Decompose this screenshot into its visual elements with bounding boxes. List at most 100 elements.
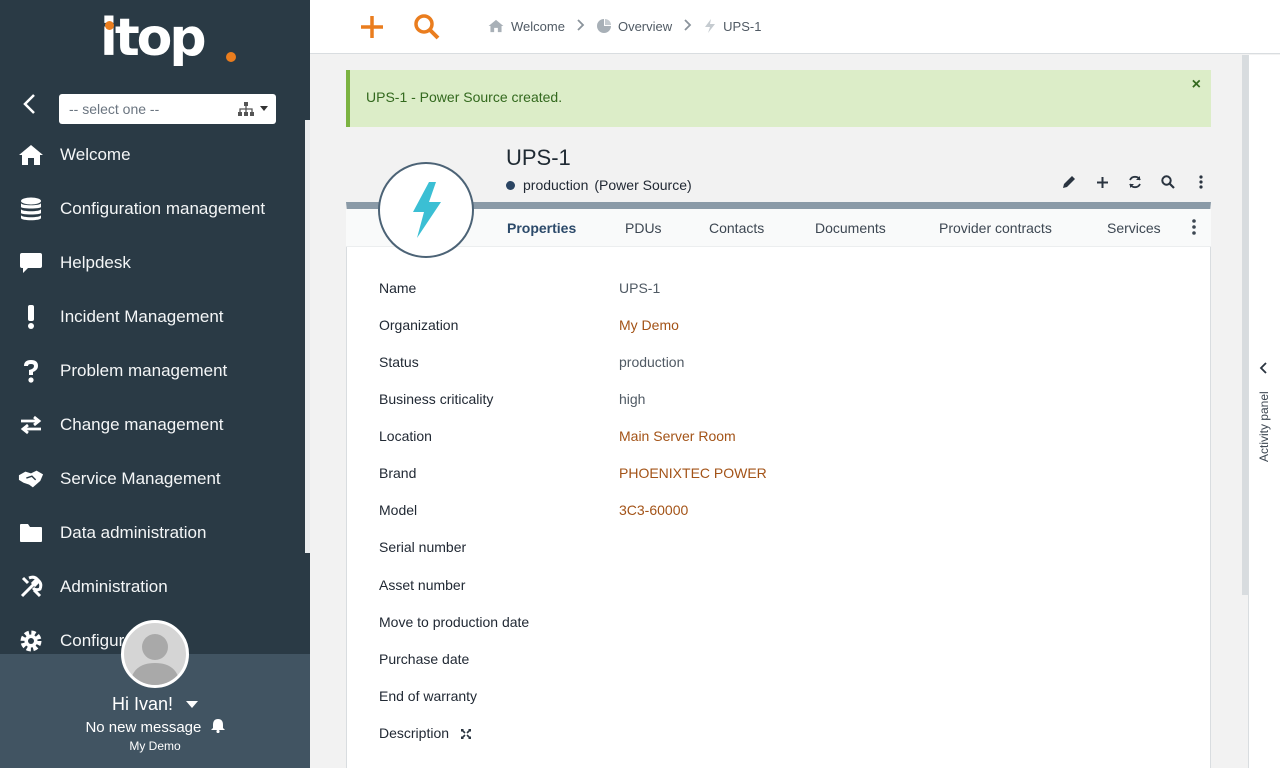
itop-logo[interactable]: itop [100, 8, 250, 80]
chevron-left-icon [23, 94, 35, 114]
more-actions-button[interactable] [1190, 172, 1212, 192]
logo-dot [226, 52, 236, 62]
exclamation-icon [18, 304, 44, 330]
menu-item-service-management[interactable]: Service Management [0, 452, 310, 506]
menu-label: Problem management [60, 361, 228, 380]
object-class: (Power Source) [594, 177, 692, 193]
expand-icon[interactable] [461, 726, 471, 742]
field-label: Purchase date [379, 651, 470, 667]
menu-label: Helpdesk [60, 253, 131, 272]
folder-icon [18, 520, 44, 546]
caret-down-icon [260, 106, 268, 111]
field-label: Business criticality [379, 391, 494, 407]
logo-i-dot [105, 21, 114, 30]
object-status: production (Power Source) [506, 177, 692, 193]
menu-item-data-administration[interactable]: Data administration [0, 506, 310, 560]
organization-select[interactable]: -- select one -- [59, 94, 276, 124]
field-label: Asset number [379, 577, 466, 593]
bell-icon [210, 719, 225, 734]
breadcrumb-overview[interactable]: Overview [596, 18, 673, 34]
handshake-icon [18, 466, 44, 492]
menu-item-helpdesk[interactable]: Helpdesk [0, 236, 310, 290]
top-bar: Welcome Overview UPS-1 [310, 0, 1280, 54]
add-button[interactable] [1091, 172, 1113, 192]
collapse-menu-button[interactable] [18, 92, 42, 116]
status-text: production [523, 177, 589, 193]
organization-select-value: -- select one -- [69, 101, 160, 117]
tab-contacts[interactable]: Contacts [709, 220, 764, 236]
tools-icon [18, 574, 44, 600]
tab-pdus[interactable]: PDUs [625, 220, 662, 236]
user-organization: My Demo [129, 739, 181, 753]
home-icon [488, 19, 504, 33]
vertical-ellipsis-icon [1199, 175, 1203, 189]
more-tabs-button[interactable] [1192, 219, 1196, 239]
tab-properties[interactable]: Properties [507, 220, 576, 236]
notifications-text: No new message [85, 719, 202, 736]
pie-chart-icon [596, 19, 611, 33]
menu-label: Welcome [60, 145, 131, 164]
user-greeting-toggle[interactable]: Hi Ivan! [0, 694, 310, 715]
alert-message: UPS-1 - Power Source created. [366, 89, 563, 105]
menu-item-welcome[interactable]: Welcome [0, 128, 310, 182]
breadcrumb-label: Overview [617, 18, 673, 34]
tab-documents[interactable]: Documents [815, 220, 886, 236]
menu-item-problem-management[interactable]: Problem management [0, 344, 310, 398]
home-icon [18, 142, 44, 168]
menu-label: Incident Management [60, 307, 224, 326]
field-value-link[interactable]: PHOENIXTEC POWER [619, 465, 767, 481]
menu-item-change-management[interactable]: Change management [0, 398, 310, 452]
search-icon [414, 14, 440, 40]
sidebar: itop -- select one -- Welcome Configurat… [0, 0, 310, 768]
vertical-ellipsis-icon [1192, 219, 1196, 235]
cog-icon [18, 628, 44, 654]
menu-label: Configuration management [60, 199, 266, 218]
edit-button[interactable] [1058, 172, 1080, 192]
notifications[interactable]: No new message [0, 718, 310, 736]
object-icon [378, 162, 474, 258]
plus-icon [361, 16, 383, 38]
field-label: Serial number [379, 539, 467, 555]
menu-label: Configur [60, 631, 125, 650]
logo-text: itop [100, 8, 207, 68]
breadcrumb-label: UPS-1 [723, 18, 762, 34]
new-object-button[interactable] [358, 13, 386, 41]
field-value: production [619, 354, 685, 370]
menu-item-configuration-management[interactable]: Configuration management [0, 182, 310, 236]
pencil-icon [1063, 176, 1075, 188]
field-value: UPS-1 [619, 280, 661, 296]
field-value-link[interactable]: My Demo [619, 317, 679, 333]
search-button[interactable] [1157, 172, 1179, 192]
field-value: high [619, 391, 646, 407]
sitemap-icon [238, 102, 254, 116]
global-search-button[interactable] [413, 13, 441, 41]
field-label: Organization [379, 317, 459, 333]
user-avatar[interactable] [121, 620, 189, 688]
breadcrumb-welcome[interactable]: Welcome [488, 19, 565, 34]
field-value-link[interactable]: 3C3-60000 [619, 502, 688, 518]
field-label: Status [379, 354, 419, 370]
menu-item-administration[interactable]: Administration [0, 560, 310, 614]
field-label: End of warranty [379, 688, 478, 704]
chevron-right-icon [684, 18, 692, 34]
menu-item-incident-management[interactable]: Incident Management [0, 290, 310, 344]
close-alert-button[interactable]: × [1192, 76, 1201, 94]
breadcrumb: Welcome Overview UPS-1 [488, 18, 761, 34]
tab-services[interactable]: Services [1107, 220, 1161, 236]
user-greeting: Hi Ivan! [111, 694, 173, 714]
field-label: Move to production date [379, 614, 530, 630]
breadcrumb-current[interactable]: UPS-1 [704, 19, 761, 34]
question-icon [18, 358, 44, 384]
field-value-link[interactable]: Main Server Room [619, 428, 736, 444]
field-label: Brand [379, 465, 417, 481]
object-actions [1058, 172, 1212, 192]
tab-provider-contracts[interactable]: Provider contracts [939, 220, 1052, 236]
bolt-icon [705, 19, 716, 33]
plus-icon [1096, 176, 1108, 188]
chevron-left-icon [1259, 362, 1267, 374]
exchange-icon [18, 412, 44, 438]
refresh-button[interactable] [1124, 172, 1146, 192]
breadcrumb-label: Welcome [511, 18, 565, 34]
menu-label: Service Management [60, 469, 221, 488]
comment-icon [18, 250, 44, 276]
